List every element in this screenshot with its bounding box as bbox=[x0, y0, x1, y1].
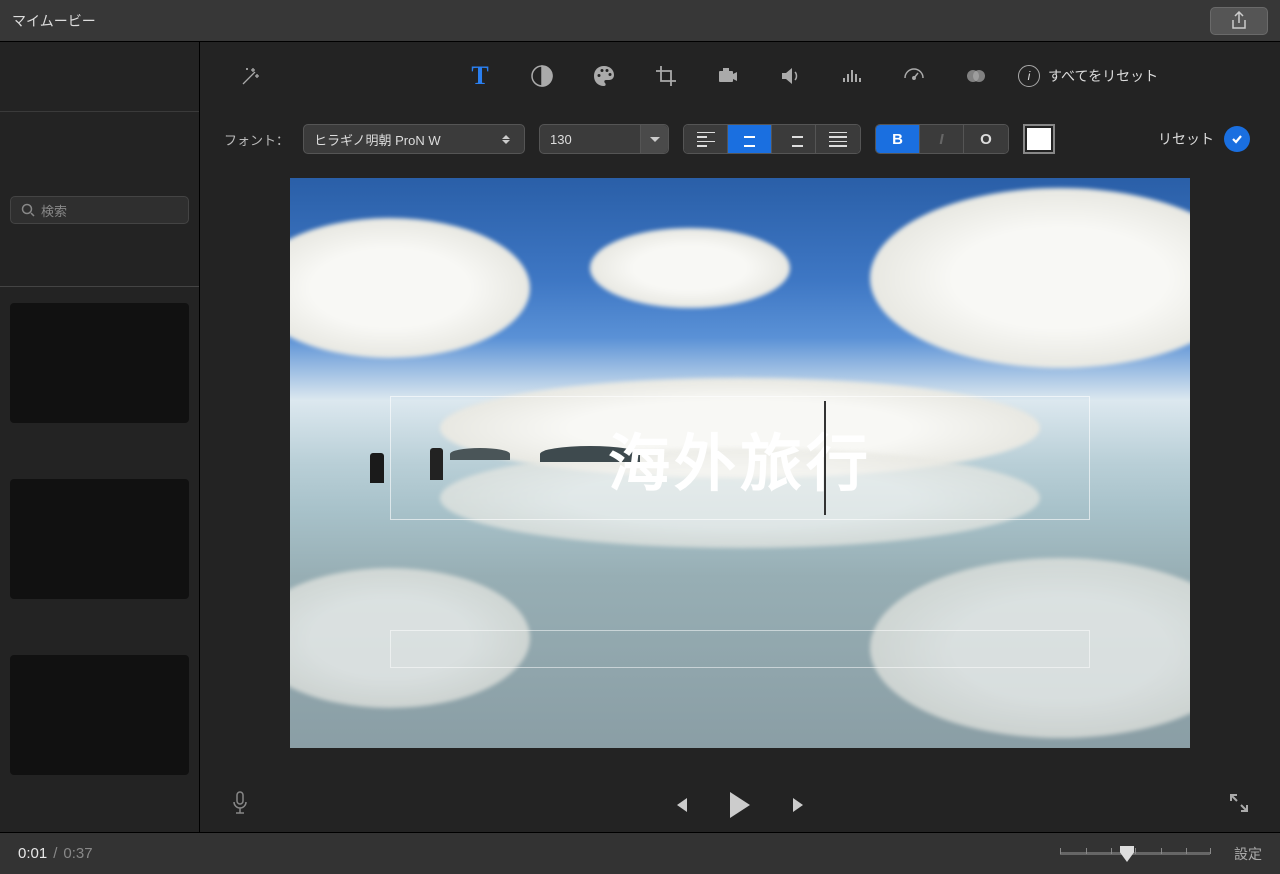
project-title: マイムービー bbox=[12, 11, 96, 31]
content-area: T i すべてをリセット フォント： ヒラギノ明朝 ProN W 130 bbox=[200, 42, 1280, 832]
noise-tab[interactable] bbox=[832, 56, 872, 96]
microphone-icon bbox=[230, 790, 250, 816]
search-input[interactable]: 検索 bbox=[10, 196, 189, 224]
video-overlay-tab[interactable] bbox=[956, 56, 996, 96]
align-center-button[interactable] bbox=[728, 125, 772, 153]
next-button[interactable] bbox=[785, 790, 815, 820]
filter-tab[interactable] bbox=[522, 56, 562, 96]
title-bar: マイムービー bbox=[0, 0, 1280, 42]
crop-tab[interactable] bbox=[646, 56, 686, 96]
text-cursor bbox=[824, 401, 826, 515]
play-icon bbox=[730, 792, 750, 818]
chevron-down-icon bbox=[640, 125, 668, 153]
italic-button[interactable]: I bbox=[920, 125, 964, 153]
font-select[interactable]: ヒラギノ明朝 ProN W bbox=[303, 124, 525, 154]
search-placeholder: 検索 bbox=[41, 201, 67, 220]
settings-button[interactable]: 設定 bbox=[1234, 844, 1262, 864]
media-slot[interactable] bbox=[10, 655, 189, 775]
style-segment: B I O bbox=[875, 124, 1009, 154]
font-size-select[interactable]: 130 bbox=[539, 124, 669, 154]
text-format-bar: フォント： ヒラギノ明朝 ProN W 130 B I O bbox=[200, 112, 1280, 166]
current-time: 0:01 bbox=[18, 845, 47, 862]
check-icon bbox=[1230, 132, 1244, 146]
zoom-slider[interactable] bbox=[1060, 844, 1210, 864]
palette-icon bbox=[592, 64, 616, 88]
speed-tab[interactable] bbox=[894, 56, 934, 96]
total-time: 0:37 bbox=[63, 845, 92, 862]
share-icon bbox=[1230, 11, 1248, 31]
align-justify-button[interactable] bbox=[816, 125, 860, 153]
font-value: ヒラギノ明朝 ProN W bbox=[314, 130, 441, 149]
inspector-toolbar: T i すべてをリセット bbox=[460, 56, 1158, 96]
prev-button[interactable] bbox=[665, 790, 695, 820]
reset-all-label: すべてをリセット bbox=[1048, 66, 1158, 86]
reset-all-button[interactable]: i すべてをリセット bbox=[1018, 65, 1158, 87]
skip-forward-icon bbox=[790, 795, 810, 815]
magic-wand-button[interactable] bbox=[230, 57, 270, 97]
fullscreen-button[interactable] bbox=[1228, 792, 1250, 819]
play-button[interactable] bbox=[725, 790, 755, 820]
voiceover-button[interactable] bbox=[230, 790, 250, 821]
wand-icon bbox=[237, 64, 263, 90]
info-icon: i bbox=[1018, 65, 1040, 87]
expand-icon bbox=[1228, 792, 1250, 814]
text-color-swatch[interactable] bbox=[1023, 124, 1055, 154]
title-text-box[interactable]: 海外旅行 bbox=[390, 396, 1090, 520]
align-left-button[interactable] bbox=[684, 125, 728, 153]
skip-back-icon bbox=[670, 795, 690, 815]
playback-bar bbox=[200, 778, 1280, 832]
sidebar: 検索 bbox=[0, 42, 200, 832]
search-icon bbox=[21, 203, 35, 217]
speedometer-icon bbox=[902, 64, 926, 88]
time-separator: / bbox=[53, 845, 57, 862]
alignment-segment bbox=[683, 124, 861, 154]
bold-button[interactable]: B bbox=[876, 125, 920, 153]
media-slot[interactable] bbox=[10, 303, 189, 423]
font-size-value: 130 bbox=[550, 132, 572, 147]
align-right-button[interactable] bbox=[772, 125, 816, 153]
text-tab[interactable]: T bbox=[460, 56, 500, 96]
color-tab[interactable] bbox=[584, 56, 624, 96]
stepper-icon bbox=[496, 135, 516, 144]
volume-tab[interactable] bbox=[770, 56, 810, 96]
speaker-icon bbox=[778, 64, 802, 88]
contrast-icon bbox=[530, 64, 554, 88]
slider-knob[interactable] bbox=[1120, 846, 1134, 862]
equalizer-icon bbox=[840, 64, 864, 88]
apply-button[interactable] bbox=[1224, 126, 1250, 152]
share-button[interactable] bbox=[1210, 7, 1268, 35]
title-text: 海外旅行 bbox=[608, 413, 872, 503]
preview-viewer[interactable]: 海外旅行 bbox=[290, 178, 1190, 748]
overlap-icon bbox=[964, 64, 988, 88]
reset-button[interactable]: リセット bbox=[1158, 129, 1214, 149]
camera-icon bbox=[716, 64, 740, 88]
media-slot[interactable] bbox=[10, 479, 189, 599]
footer-bar: 0:01 / 0:37 設定 bbox=[0, 832, 1280, 874]
subtitle-text-box[interactable] bbox=[390, 630, 1090, 668]
font-label: フォント： bbox=[224, 130, 289, 149]
stabilize-tab[interactable] bbox=[708, 56, 748, 96]
crop-icon bbox=[654, 64, 678, 88]
outline-button[interactable]: O bbox=[964, 125, 1008, 153]
